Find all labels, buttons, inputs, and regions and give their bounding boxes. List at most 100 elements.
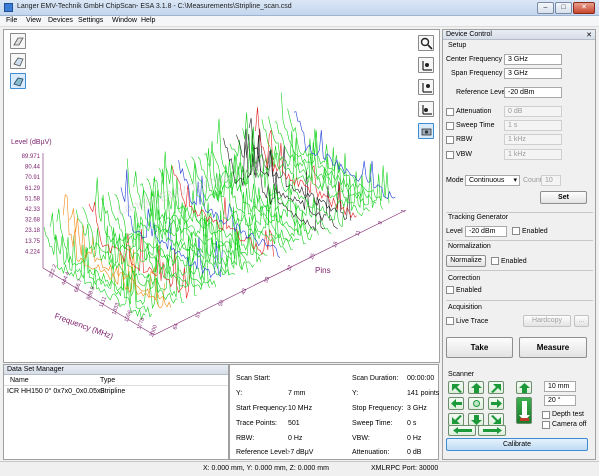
normalize-button[interactable]: Normalize bbox=[446, 255, 486, 267]
menu-file[interactable]: File bbox=[6, 17, 17, 24]
vbw-label: VBW bbox=[456, 151, 472, 158]
attenuation-label: Attenuation bbox=[456, 108, 492, 115]
sweep-time-checkbox[interactable] bbox=[446, 122, 454, 130]
sweep-time-input[interactable]: 1 s bbox=[504, 120, 562, 131]
move-z-down-button[interactable] bbox=[516, 397, 532, 424]
vbw-checkbox[interactable] bbox=[446, 151, 454, 159]
scanner-step-input[interactable]: 10 mm bbox=[544, 381, 576, 392]
menu-view[interactable]: View bbox=[26, 17, 41, 24]
data-set-columns: Name Type bbox=[4, 375, 228, 386]
z-tick-label: 32 bbox=[286, 264, 294, 272]
view-front-button[interactable] bbox=[10, 33, 26, 49]
arrow-up-right-icon bbox=[491, 384, 501, 393]
rotate-ccw-button[interactable] bbox=[448, 425, 476, 436]
hardcopy-button[interactable]: Hardcopy bbox=[523, 315, 571, 327]
start-frequency-label: Start Frequency: bbox=[236, 405, 288, 412]
divider bbox=[446, 240, 593, 241]
attenuation-value: 0 dB bbox=[407, 449, 422, 456]
mode-label: Mode bbox=[446, 177, 464, 184]
status-coordinates: X: 0.000 mm, Y: 0.000 mm, Z: 0.000 mm bbox=[203, 465, 329, 472]
close-button[interactable]: ✕ bbox=[573, 2, 595, 14]
column-name[interactable]: Name bbox=[10, 377, 29, 384]
attenuation-input[interactable]: 0 dB bbox=[504, 106, 562, 117]
zoom-button[interactable] bbox=[418, 35, 434, 51]
trace-points-value: 501 bbox=[288, 420, 300, 427]
panel-close-icon[interactable]: ✕ bbox=[586, 31, 592, 39]
menu-help[interactable]: Help bbox=[141, 17, 155, 24]
live-trace-checkbox[interactable] bbox=[446, 317, 454, 325]
tracking-enabled-checkbox[interactable] bbox=[512, 227, 520, 235]
rbw-input[interactable]: 1 kHz bbox=[504, 134, 562, 145]
move-up-left-button[interactable] bbox=[448, 381, 464, 394]
scanner-angle-input[interactable]: 20 ° bbox=[544, 395, 576, 406]
device-control-title: Device Control bbox=[446, 31, 492, 38]
vbw-label: VBW: bbox=[352, 435, 370, 442]
view-3d-icon bbox=[13, 77, 24, 87]
x-tick-label: 2000 bbox=[149, 324, 159, 338]
count-input[interactable]: 10 bbox=[541, 175, 561, 186]
tracking-level-input[interactable]: -20 dBm bbox=[465, 226, 507, 237]
stop-frequency-value: 3 GHz bbox=[407, 405, 427, 412]
move-z-up-button[interactable] bbox=[516, 381, 532, 394]
axis-z-button[interactable] bbox=[418, 101, 434, 117]
waterfall-plot: Level (dBµV) 89.971 80.44 70.91 61.29 51.58 42… bbox=[11, 92, 407, 341]
y-tick-label: 61.29 bbox=[25, 186, 41, 192]
rotate-cw-button[interactable] bbox=[478, 425, 506, 436]
attenuation-label: Attenuation: bbox=[352, 449, 390, 456]
divider bbox=[446, 212, 593, 213]
move-up-button[interactable] bbox=[468, 381, 484, 394]
reference-level-input[interactable]: -20 dBm bbox=[504, 87, 562, 98]
take-button[interactable]: Take bbox=[446, 337, 513, 358]
maximize-button[interactable]: □ bbox=[555, 2, 572, 14]
rbw-label: RBW bbox=[456, 136, 473, 143]
calibrate-button[interactable]: Calibrate bbox=[446, 438, 588, 451]
mode-select[interactable]: Continuous ▾ bbox=[465, 175, 520, 186]
center-frequency-input[interactable]: 3 GHz bbox=[504, 54, 562, 65]
move-left-button[interactable] bbox=[448, 397, 464, 410]
axis-x-button[interactable] bbox=[418, 57, 434, 73]
column-type[interactable]: Type bbox=[100, 377, 115, 384]
x-axis-label: Frequency (MHz) bbox=[53, 311, 114, 341]
y-value: 7 mm bbox=[288, 390, 306, 397]
reference-level-label: Reference Level bbox=[456, 89, 507, 96]
measure-button[interactable]: Measure bbox=[519, 337, 587, 358]
depth-test-checkbox[interactable] bbox=[542, 411, 550, 419]
y-tick-label: 42.33 bbox=[25, 207, 41, 213]
y-tick-label: 32.68 bbox=[25, 218, 41, 224]
axis-y-button[interactable] bbox=[418, 79, 434, 95]
data-set-manager-header: Data Set Manager bbox=[4, 365, 228, 375]
normalization-enabled-checkbox[interactable] bbox=[491, 257, 499, 265]
hardcopy-options-button[interactable]: ... bbox=[574, 315, 589, 327]
camera-off-label: Camera off bbox=[552, 421, 587, 428]
span-frequency-input[interactable]: 3 GHz bbox=[504, 68, 562, 79]
view-iso-button[interactable] bbox=[10, 53, 26, 69]
axis-z-icon bbox=[422, 105, 432, 115]
vbw-input[interactable]: 1 kHz bbox=[504, 149, 562, 160]
minimize-button[interactable]: – bbox=[537, 2, 554, 14]
menu-settings[interactable]: Settings bbox=[78, 17, 103, 24]
tracking-enabled-label: Enabled bbox=[522, 228, 548, 235]
camera-off-checkbox[interactable] bbox=[542, 421, 550, 429]
table-row[interactable]: ICR HH150 0° 0x7x0_0x0.05x0 Stripline bbox=[4, 387, 228, 398]
move-right-button[interactable] bbox=[488, 397, 504, 410]
sweep-time-label: Sweep Time bbox=[456, 122, 495, 129]
correction-enabled-label: Enabled bbox=[456, 287, 482, 294]
depth-test-label: Depth test bbox=[552, 411, 584, 418]
menu-window[interactable]: Window bbox=[112, 17, 137, 24]
title-bar: Langer EMV-Technik GmbH ChipScan- ESA 3.… bbox=[0, 0, 599, 16]
attenuation-checkbox[interactable] bbox=[446, 108, 454, 116]
menu-devices[interactable]: Devices bbox=[48, 17, 73, 24]
arrow-up-icon bbox=[471, 383, 482, 393]
rbw-checkbox[interactable] bbox=[446, 136, 454, 144]
data-set-manager: Data Set Manager Name Type ICR HH150 0° … bbox=[3, 364, 229, 460]
view-3d-button[interactable] bbox=[10, 73, 26, 89]
z-tick-label: 11 bbox=[355, 230, 363, 237]
move-up-right-button[interactable] bbox=[488, 381, 504, 394]
set-button[interactable]: Set bbox=[540, 191, 587, 204]
setup-group-label: Setup bbox=[448, 42, 467, 49]
camera-view-button[interactable] bbox=[418, 123, 434, 139]
x-tick-label: 1778 bbox=[136, 317, 146, 331]
correction-enabled-checkbox[interactable] bbox=[446, 286, 454, 294]
plot-3d-view[interactable]: Level (dBµV) 89.971 80.44 70.91 61.29 51.58 42… bbox=[3, 29, 440, 363]
home-position-button[interactable] bbox=[468, 397, 484, 410]
